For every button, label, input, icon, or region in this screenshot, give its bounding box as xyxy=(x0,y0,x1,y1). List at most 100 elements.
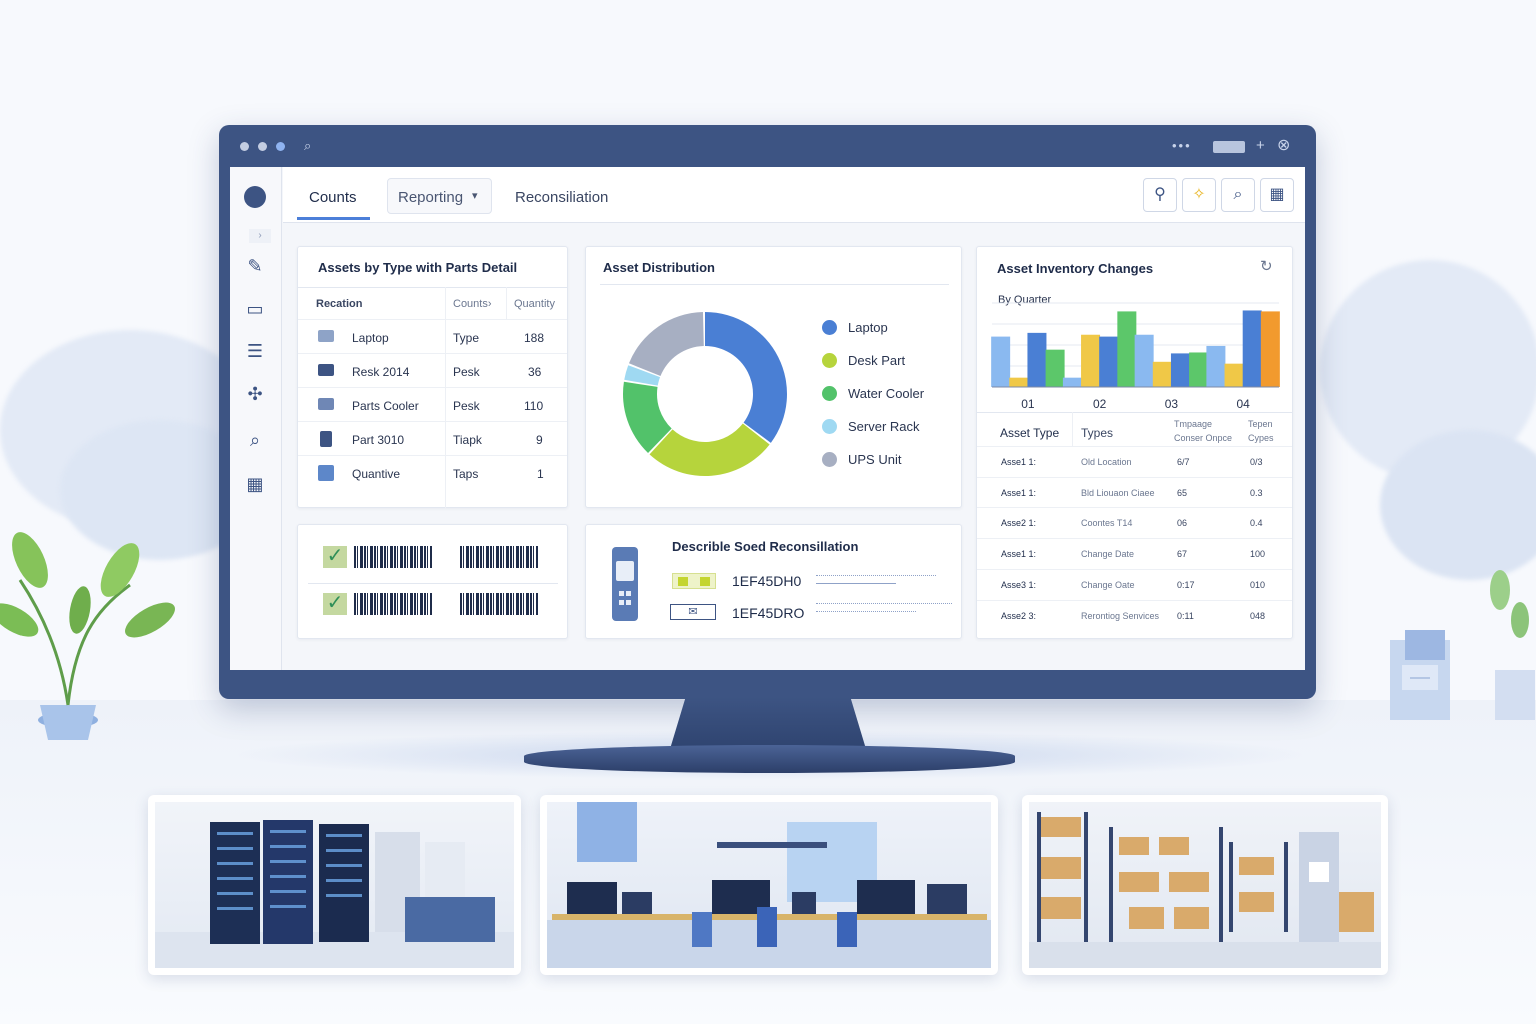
bar[interactable] xyxy=(1152,361,1172,387)
star-icon[interactable]: ✧ xyxy=(1182,178,1216,212)
bar[interactable] xyxy=(1189,352,1209,387)
window-icon[interactable]: ▭ xyxy=(244,298,266,320)
app-logo-icon[interactable] xyxy=(244,186,266,208)
table-row[interactable]: Asse1 1: Bld Liouaon Ciaee 65 0.3 xyxy=(977,476,1292,508)
table-row[interactable]: Asse3 1: Change Oate 0:17 010 xyxy=(977,568,1292,600)
legend-item[interactable]: Laptop xyxy=(822,320,888,335)
window-dot[interactable] xyxy=(240,142,249,151)
close-icon[interactable]: ⊗ xyxy=(1277,135,1290,155)
address-pill[interactable] xyxy=(1213,141,1245,153)
change-value: 67 xyxy=(1177,549,1188,560)
change-value: 0:11 xyxy=(1177,610,1194,621)
bar[interactable] xyxy=(1260,311,1280,387)
tab-reporting[interactable]: Reporting ▾ xyxy=(387,178,492,214)
laptop-icon xyxy=(318,330,334,342)
pin-icon[interactable]: ⚲ xyxy=(1143,178,1177,212)
refresh-icon[interactable]: ↻ xyxy=(1260,257,1273,275)
search-icon[interactable]: ⌕ xyxy=(1221,178,1255,212)
legend-item[interactable]: UPS Unit xyxy=(822,452,901,467)
plant-illustration xyxy=(0,532,175,740)
edit-icon[interactable]: ✎ xyxy=(244,255,266,277)
table-row[interactable]: Part 3010 Tiapk 9 xyxy=(298,421,567,455)
bar-chart: 01 02 03 04 xyxy=(991,302,1280,411)
reconciliation-panel: Describle Soed Reconsillation 1EF45DH0 ✉… xyxy=(585,524,962,639)
checkmark-icon[interactable]: ✓ xyxy=(323,546,347,568)
bar[interactable] xyxy=(1062,377,1082,387)
asset-name: Resk 2014 xyxy=(352,365,410,379)
table-row[interactable]: Asse1 1: Change Date 67 100 xyxy=(977,538,1292,569)
donut-slice-ups-unit[interactable] xyxy=(628,312,704,377)
search-icon[interactable]: ⌕ xyxy=(304,138,311,154)
asset-name: Asse1 1: xyxy=(1001,487,1037,498)
legend-label: Laptop xyxy=(848,320,888,335)
change-value: 0.3 xyxy=(1250,487,1263,498)
assets-table-panel: Assets by Type with Parts Detail Recatio… xyxy=(297,246,568,509)
grid-icon[interactable]: ▦ xyxy=(244,473,266,495)
reconciliation-code[interactable]: 1EF45DH0 xyxy=(732,573,801,589)
status-badge xyxy=(672,573,716,589)
panel-title: Asset Distribution xyxy=(603,260,715,275)
tab-counts[interactable]: Counts xyxy=(309,189,357,206)
column-header[interactable]: Asset Type xyxy=(1000,426,1059,440)
legend-item[interactable]: Desk Part xyxy=(822,353,905,368)
bar[interactable] xyxy=(1117,311,1137,387)
column-header[interactable]: Types xyxy=(1081,426,1113,440)
x-tick-label: 02 xyxy=(1093,397,1107,411)
change-value: 0.4 xyxy=(1250,518,1263,529)
legend-swatch xyxy=(822,353,837,368)
bar[interactable] xyxy=(1206,345,1226,387)
panel-title: Assets by Type with Parts Detail xyxy=(318,260,518,275)
list-icon[interactable]: ☰ xyxy=(244,340,266,362)
column-header[interactable]: Quantity xyxy=(514,298,555,310)
window-titlebar: ⌕ ••• + ⊗ xyxy=(219,125,1316,167)
table-row[interactable]: Laptop Type 188 xyxy=(298,319,567,353)
barcode-image xyxy=(460,546,538,568)
table-row[interactable]: Asse1 1: Old Location 6/7 0/3 xyxy=(977,446,1292,477)
asset-quantity: 188 xyxy=(524,331,545,345)
table-row[interactable]: Parts Cooler Pesk 110 xyxy=(298,387,567,421)
donut-slice-laptop[interactable] xyxy=(705,312,787,443)
bar[interactable] xyxy=(991,336,1011,387)
legend-item[interactable]: Water Cooler xyxy=(822,386,924,401)
asset-quantity: 36 xyxy=(528,365,542,379)
asset-name: Parts Cooler xyxy=(352,399,419,413)
column-header[interactable]: Tepen Cypes xyxy=(1248,417,1280,445)
puzzle-icon[interactable]: ✣ xyxy=(244,383,266,405)
bar[interactable] xyxy=(1027,332,1047,387)
bar[interactable] xyxy=(1224,363,1244,387)
asset-name: Asse3 1: xyxy=(1001,579,1037,590)
bar[interactable] xyxy=(1242,310,1262,387)
window-dot[interactable] xyxy=(276,142,285,151)
bar[interactable] xyxy=(1170,353,1190,387)
monitor-stand-base xyxy=(524,745,1015,773)
legend-item[interactable]: Server Rack xyxy=(822,419,920,434)
column-header[interactable]: Counts› xyxy=(453,298,492,310)
detail-line xyxy=(816,603,952,604)
asset-type: Pesk xyxy=(453,365,480,379)
change-value: 048 xyxy=(1250,610,1266,621)
checkmark-icon[interactable]: ✓ xyxy=(323,593,347,615)
panel-title: Asset Inventory Changes xyxy=(997,261,1154,276)
table-row[interactable]: Asse2 3: Rerontiog Senvices 0:11 048 xyxy=(977,599,1292,631)
bar[interactable] xyxy=(1009,377,1029,387)
bar[interactable] xyxy=(1045,349,1065,387)
reconciliation-code[interactable]: 1EF45DRO xyxy=(732,605,804,621)
column-header[interactable]: Tmpaage Conser Onpce xyxy=(1174,417,1234,445)
table-row[interactable]: Resk 2014 Pesk 36 xyxy=(298,353,567,387)
change-type: Coontes T14 xyxy=(1081,518,1133,529)
barcode-image xyxy=(354,593,432,615)
asset-quantity: 9 xyxy=(536,433,543,447)
window-dot[interactable] xyxy=(258,142,267,151)
plus-icon[interactable]: + xyxy=(1256,137,1265,154)
search-icon[interactable]: ⌕ xyxy=(244,429,266,451)
expand-icon[interactable]: › xyxy=(249,229,271,243)
tab-reconciliation[interactable]: Reconsiliation xyxy=(515,189,608,206)
apps-icon[interactable]: ▦ xyxy=(1260,178,1294,212)
table-row[interactable]: Quantive Taps 1 xyxy=(298,455,567,489)
more-icon[interactable]: ••• xyxy=(1172,138,1192,153)
bar[interactable] xyxy=(1099,336,1119,387)
table-row[interactable]: Asse2 1: Coontes T14 06 0.4 xyxy=(977,507,1292,538)
bar[interactable] xyxy=(1081,334,1101,387)
bar[interactable] xyxy=(1134,334,1154,387)
column-header[interactable]: Recation xyxy=(316,298,362,310)
